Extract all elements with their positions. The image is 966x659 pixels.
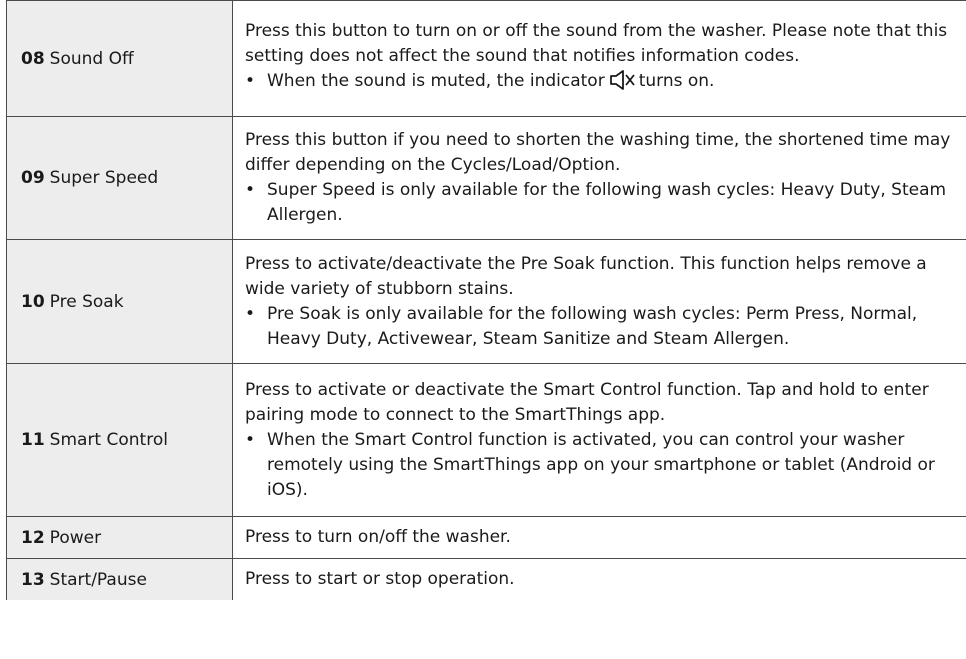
button-number: 09 <box>21 168 45 188</box>
button-description: Press to turn on/off the washer. <box>245 527 511 547</box>
bullet-item: • Super Speed is only available for the … <box>245 178 964 228</box>
button-description-cell: Press to start or stop operation. <box>232 558 966 600</box>
button-name-cell: 08 Sound Off <box>6 0 233 117</box>
bullet-mark: • <box>245 70 256 91</box>
button-number: 11 <box>21 430 45 450</box>
button-description-cell: Press this button to turn on or off the … <box>232 0 966 117</box>
button-description-cell: Press to turn on/off the washer. <box>232 516 966 559</box>
control-panel-table: 08 Sound Off Press this button to turn on… <box>6 0 966 600</box>
table-row: 12 Power Press to turn on/off the washer. <box>6 516 966 559</box>
button-name: Start/Pause <box>49 569 147 590</box>
bullet-mark: • <box>245 429 256 450</box>
table-row: 13 Start/Pause Press to start or stop ope… <box>6 558 966 600</box>
button-number: 13 <box>21 569 45 590</box>
table-row: 11 Smart Control Press to activate or dea… <box>6 363 966 517</box>
button-name-cell: 12 Power <box>6 516 233 559</box>
button-name: Super Speed <box>49 168 159 188</box>
bullet-text: When the Smart Control function is activ… <box>267 429 935 500</box>
button-name: Pre Soak <box>49 291 124 312</box>
button-description-cell: Press this button if you need to shorten… <box>232 116 966 240</box>
button-number: 12 <box>21 527 45 548</box>
button-description: Press to start or stop operation. <box>245 569 515 589</box>
sound-mute-icon <box>609 69 635 99</box>
button-name-cell: 09 Super Speed <box>6 116 233 240</box>
bullet-mark: • <box>245 180 256 200</box>
bullet-item: • Pre Soak is only available for the fol… <box>245 302 964 352</box>
button-name-cell: 13 Start/Pause <box>6 558 233 600</box>
table-row: 10 Pre Soak Press to activate/deactivate … <box>6 239 966 364</box>
bullet-text-before: When the sound is muted, the indicator <box>267 70 605 91</box>
bullet-text: When the sound is muted, the indicator tu… <box>267 69 964 99</box>
button-description-cell: Press to activate/deactivate the Pre Soa… <box>232 239 966 364</box>
bullet-text: Super Speed is only available for the fo… <box>267 180 947 225</box>
bullet-text: Pre Soak is only available for the follo… <box>267 303 918 349</box>
button-description: Press this button if you need to shorten… <box>245 130 951 175</box>
button-description: Press this button to turn on or off the … <box>245 20 948 66</box>
button-description: Press to activate or deactivate the Smar… <box>245 379 929 425</box>
button-description-cell: Press to activate or deactivate the Smar… <box>232 363 966 517</box>
button-number: 08 <box>21 48 45 69</box>
table-row: 09 Super Speed Press this button if you n… <box>6 116 966 240</box>
bullet-text-after: turns on. <box>638 70 715 91</box>
bullet-mark: • <box>245 303 256 324</box>
button-name: Sound Off <box>49 48 134 69</box>
bullet-item: • When the Smart Control function is act… <box>245 428 964 503</box>
table-row: 08 Sound Off Press this button to turn on… <box>6 0 966 117</box>
bullet-item: • When the sound is muted, the indicator… <box>245 69 964 99</box>
button-description: Press to activate/deactivate the Pre Soa… <box>245 253 927 299</box>
button-name-cell: 11 Smart Control <box>6 363 233 517</box>
button-name: Power <box>49 527 102 548</box>
button-name-cell: 10 Pre Soak <box>6 239 233 364</box>
button-number: 10 <box>21 291 45 312</box>
button-name: Smart Control <box>49 430 168 450</box>
